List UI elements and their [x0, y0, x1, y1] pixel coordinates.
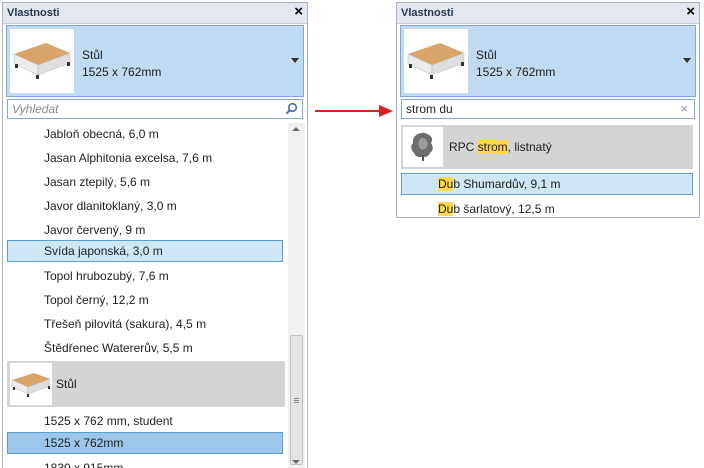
list-item[interactable]: Topol hrubozubý, 7,6 m	[7, 265, 285, 287]
panel-titlebar: Vlastnosti ×	[397, 3, 699, 24]
search-highlight: Du	[438, 177, 454, 191]
list-item[interactable]: Jasan Alphitonia excelsa, 7,6 m	[7, 147, 285, 169]
list-item[interactable]: Topol černý, 12,2 m	[7, 289, 285, 311]
type-size: 1525 x 762mm	[82, 65, 162, 79]
vertical-scrollbar[interactable]	[288, 123, 305, 468]
type-name: Stůl	[82, 48, 103, 62]
close-icon[interactable]: ×	[686, 4, 695, 20]
properties-panel-right: Vlastnosti × Stůl 1525 x 762mm ×	[396, 2, 700, 218]
scroll-down-icon[interactable]	[292, 460, 300, 464]
dropdown-arrow-icon[interactable]	[683, 58, 691, 63]
family-group-header[interactable]: RPC strom, listnatý	[401, 125, 693, 169]
scrollbar-thumb[interactable]	[290, 335, 303, 465]
clear-search-icon[interactable]: ×	[680, 101, 688, 116]
close-icon[interactable]: ×	[294, 4, 303, 20]
list-item[interactable]: Dub šarlatový, 12,5 m	[401, 198, 693, 217]
family-group-header[interactable]: Stůl	[7, 361, 285, 407]
list-item-selected[interactable]: Svída japonská, 3,0 m	[7, 240, 283, 262]
list-item[interactable]: Javor červený, 9 m	[7, 219, 285, 241]
list-item[interactable]: Javor dlanitoklaný, 3,0 m	[7, 195, 285, 217]
type-selector[interactable]: Stůl 1525 x 762mm	[6, 25, 304, 97]
group-name: RPC strom, listnatý	[449, 140, 552, 154]
table-thumbnail	[404, 29, 468, 93]
panel-title: Vlastnosti	[401, 7, 454, 19]
scroll-up-icon[interactable]	[292, 127, 300, 131]
list-item[interactable]: 1830 x 915mm	[7, 457, 285, 468]
table-thumbnail	[10, 29, 74, 93]
search-highlight: strom	[477, 140, 508, 154]
transition-arrow-icon	[315, 104, 393, 121]
list-item-selected[interactable]: 1525 x 762mm	[7, 432, 283, 454]
search-highlight: Du	[438, 202, 454, 216]
list-item[interactable]: Třešeň pilovitá (sakura), 4,5 m	[7, 313, 285, 335]
list-item[interactable]: Jasan ztepilý, 5,6 m	[7, 171, 285, 193]
table-group-icon	[10, 363, 52, 405]
type-selector[interactable]: Stůl 1525 x 762mm	[400, 25, 696, 97]
search-input[interactable]	[406, 101, 656, 116]
panel-title: Vlastnosti	[7, 7, 60, 19]
search-field[interactable]: ×	[401, 99, 695, 119]
search-field[interactable]	[7, 99, 303, 119]
tree-icon	[403, 127, 443, 167]
list-item-selected[interactable]: Dub Shumardův, 9,1 m	[401, 173, 693, 195]
search-input[interactable]	[12, 101, 262, 116]
list-item[interactable]: 1525 x 762 mm, student	[7, 410, 285, 432]
list-item[interactable]: Jabloň obecná, 6,0 m	[7, 123, 285, 145]
type-name: Stůl	[476, 48, 497, 62]
group-name: Stůl	[56, 377, 77, 391]
search-icon[interactable]	[285, 102, 298, 118]
properties-panel-left: Vlastnosti × Stůl 1525 x 762mm Ja	[2, 2, 308, 468]
panel-titlebar: Vlastnosti ×	[3, 3, 307, 24]
type-size: 1525 x 762mm	[476, 65, 556, 79]
dropdown-arrow-icon[interactable]	[291, 58, 299, 63]
list-item[interactable]: Štědřenec Watererův, 5,5 m	[7, 337, 285, 359]
